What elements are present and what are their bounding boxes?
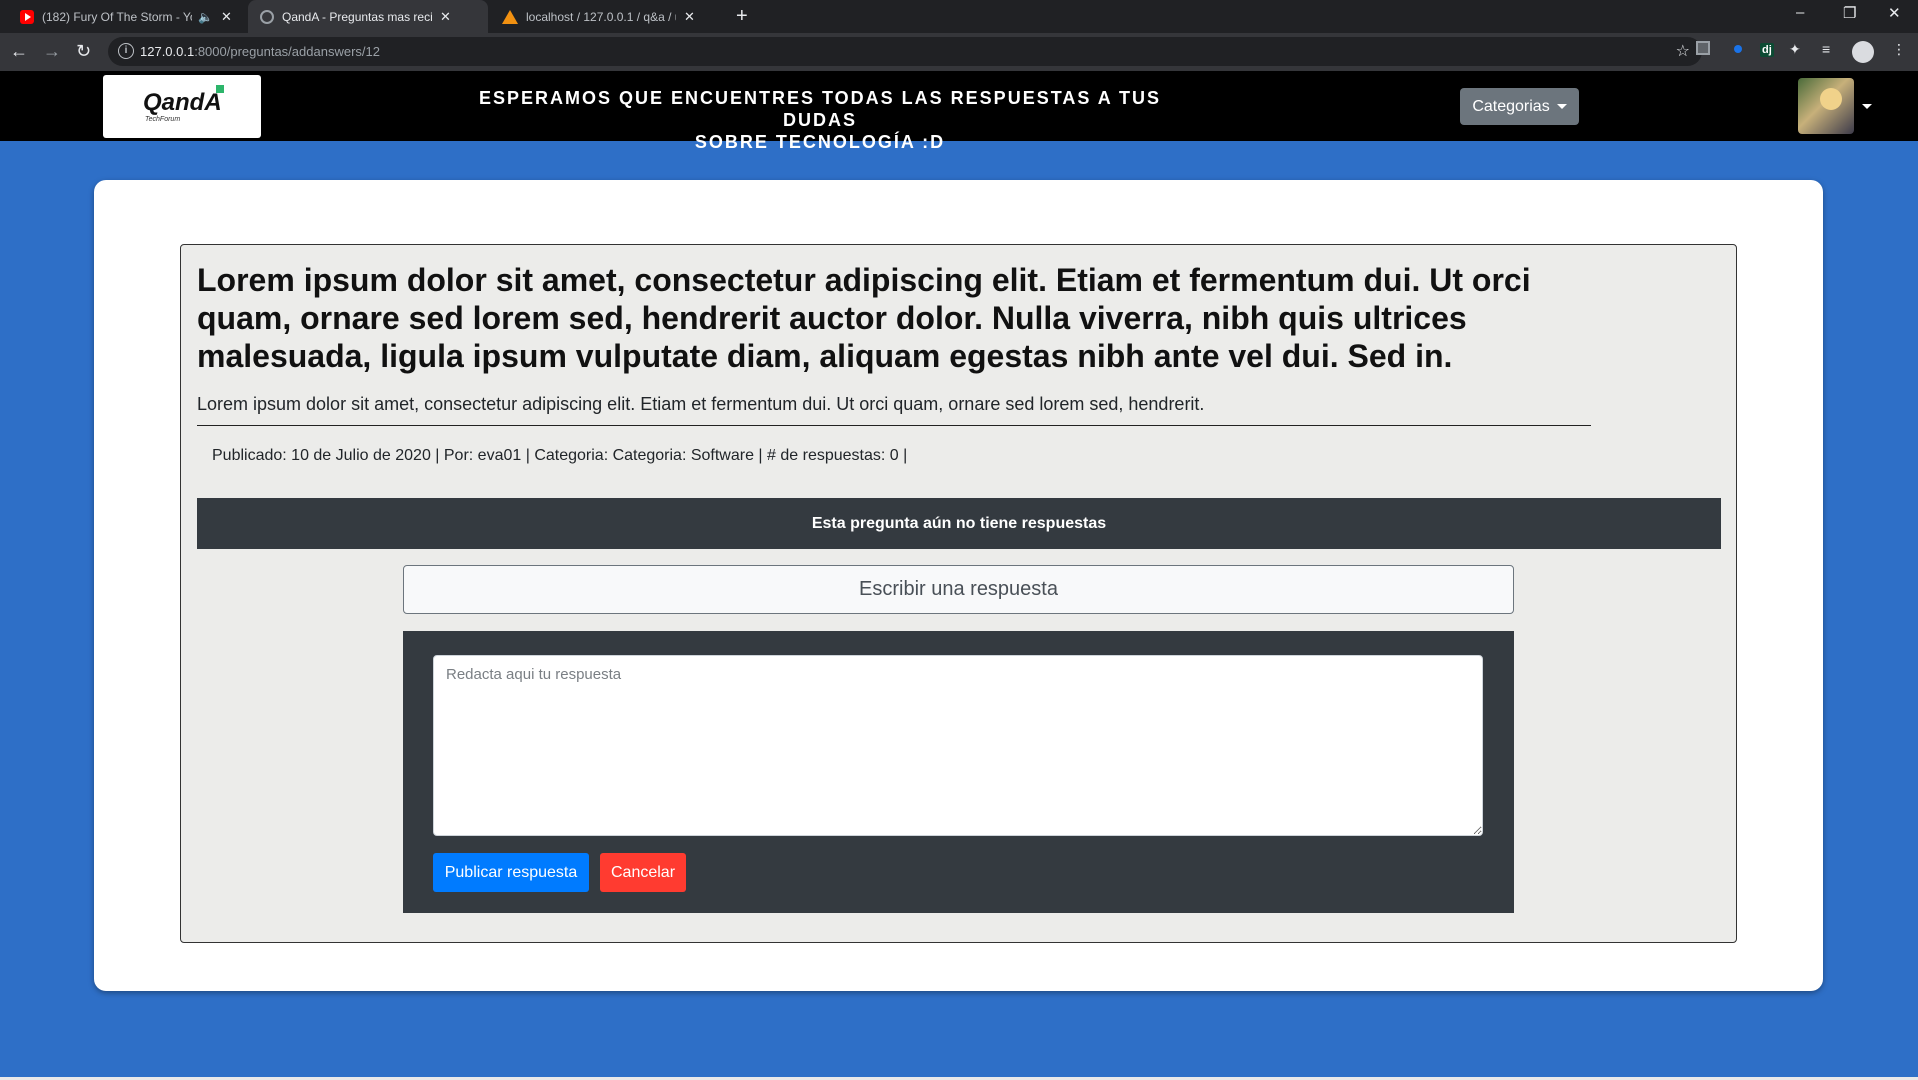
window-close-icon[interactable]: ✕: [1888, 4, 1901, 22]
youtube-icon: [20, 9, 34, 24]
write-answer-button[interactable]: Escribir una respuesta: [403, 565, 1514, 614]
new-tab-icon[interactable]: +: [736, 5, 748, 28]
logo-text: QandA: [143, 89, 222, 116]
back-icon[interactable]: ←: [10, 41, 28, 62]
tab-title: (182) Fury Of The Storm - Yo: [42, 9, 192, 24]
question-meta: Publicado: 10 de Julio de 2020 | Por: ev…: [212, 447, 908, 464]
divider: [197, 425, 1591, 426]
restore-icon[interactable]: ❐: [1843, 4, 1856, 22]
answer-textarea[interactable]: [433, 655, 1483, 836]
speaker-icon[interactable]: 🔈: [198, 10, 213, 24]
address-bar[interactable]: i 127.0.0.1:8000/preguntas/addanswers/12…: [108, 37, 1702, 66]
answer-form-panel: Publicar respuesta Cancelar: [403, 631, 1514, 913]
write-answer-label: Escribir una respuesta: [859, 578, 1058, 600]
tab-qanda[interactable]: QandA - Preguntas mas recientes ✕: [248, 0, 488, 33]
categories-dropdown-button[interactable]: Categorias: [1460, 88, 1579, 125]
cancel-button[interactable]: Cancelar: [600, 853, 686, 892]
question-box: Lorem ipsum dolor sit amet, consectetur …: [180, 244, 1737, 943]
minimize-icon[interactable]: –: [1796, 4, 1804, 21]
publish-answer-button[interactable]: Publicar respuesta: [433, 853, 589, 892]
logo-subtitle: TechForum: [145, 116, 181, 123]
globe-icon: [260, 9, 274, 24]
site-logo[interactable]: QandA TechForum: [103, 75, 261, 138]
main-card: Lorem ipsum dolor sit amet, consectetur …: [94, 180, 1823, 991]
no-answers-text: Esta pregunta aún no tiene respuestas: [811, 514, 1107, 532]
tab-title: QandA - Preguntas mas recientes: [282, 9, 432, 24]
phpmyadmin-icon: [502, 9, 518, 24]
browser-toolbar: ← → ↻ i 127.0.0.1:8000/preguntas/addansw…: [0, 33, 1918, 71]
question-title: Lorem ipsum dolor sit amet, consectetur …: [197, 262, 1531, 374]
django-extension-icon[interactable]: dj: [1760, 43, 1774, 57]
extension-square-icon[interactable]: [1696, 41, 1710, 55]
menu-kebab-icon[interactable]: ⋮: [1892, 41, 1906, 58]
profile-avatar-icon[interactable]: [1852, 41, 1874, 63]
tagline-line-1: ESPERAMOS QUE ENCUENTRES TODAS LAS RESPU…: [478, 88, 1162, 130]
reload-icon[interactable]: ↻: [76, 41, 91, 62]
site-tagline: ESPERAMOS QUE ENCUENTRES TODAS LAS RESPU…: [440, 87, 1200, 153]
bookmark-star-icon[interactable]: ☆: [1676, 41, 1690, 61]
forward-icon[interactable]: →: [43, 41, 61, 62]
tab-youtube[interactable]: (182) Fury Of The Storm - Yo 🔈 ✕: [8, 0, 248, 33]
tagline-line-2: SOBRE TECNOLOGÍA :D: [694, 132, 946, 152]
tab-close-icon[interactable]: ✕: [684, 9, 695, 25]
tab-phpmyadmin[interactable]: localhost / 127.0.0.1 / q&a / usua ✕: [490, 0, 722, 33]
site-navbar: QandA TechForum ESPERAMOS QUE ENCUENTRES…: [0, 71, 1918, 152]
categories-label: Categorias: [1472, 97, 1550, 115]
question-description: Lorem ipsum dolor sit amet, consectetur …: [197, 394, 1205, 414]
user-avatar[interactable]: [1798, 78, 1854, 134]
extensions-puzzle-icon[interactable]: ✦: [1789, 41, 1801, 58]
media-queue-icon[interactable]: ≡: [1822, 41, 1830, 57]
logo-mark: [216, 85, 224, 93]
chevron-down-icon: [1556, 104, 1567, 109]
browser-tab-bar: (182) Fury Of The Storm - Yo 🔈 ✕ QandA -…: [0, 0, 1918, 33]
extension-dot-icon[interactable]: [1734, 45, 1742, 53]
tab-close-icon[interactable]: ✕: [440, 9, 451, 25]
tab-close-icon[interactable]: ✕: [221, 9, 232, 25]
no-answers-banner: Esta pregunta aún no tiene respuestas: [197, 498, 1721, 549]
user-menu-chevron-down-icon[interactable]: [1862, 104, 1872, 109]
url-text: 127.0.0.1:8000/preguntas/addanswers/12: [140, 44, 380, 59]
tab-title: localhost / 127.0.0.1 / q&a / usua: [526, 9, 676, 24]
site-info-icon[interactable]: i: [118, 43, 134, 59]
